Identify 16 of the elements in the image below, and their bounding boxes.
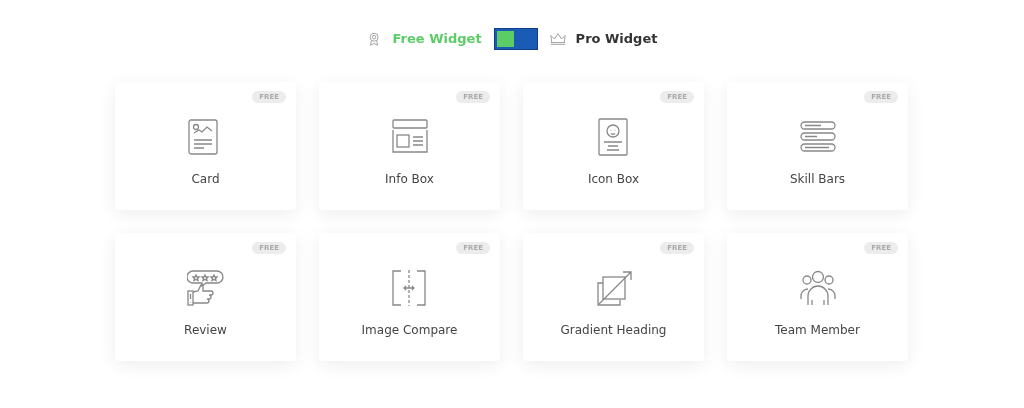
diagonal-arrow-icon xyxy=(594,269,633,307)
widget-name: Icon Box xyxy=(587,172,640,186)
widget-name: Review xyxy=(184,323,227,337)
group-people-icon xyxy=(798,269,837,307)
crown-icon xyxy=(549,30,566,47)
widget-name: Team Member xyxy=(775,323,860,337)
split-compare-icon xyxy=(390,269,429,307)
layout-icon xyxy=(390,118,429,156)
widget-name: Gradient Heading xyxy=(560,323,667,337)
toggle-switch[interactable] xyxy=(493,27,538,50)
switch-label[interactable]: Pro Widget xyxy=(575,31,658,46)
widget-name: Image Compare xyxy=(361,323,458,337)
widget-name: Skill Bars xyxy=(789,172,846,186)
widget-name: Info Box xyxy=(385,172,434,186)
widget-name: Card xyxy=(191,172,220,186)
thumbs-up-stars-icon xyxy=(186,269,225,307)
